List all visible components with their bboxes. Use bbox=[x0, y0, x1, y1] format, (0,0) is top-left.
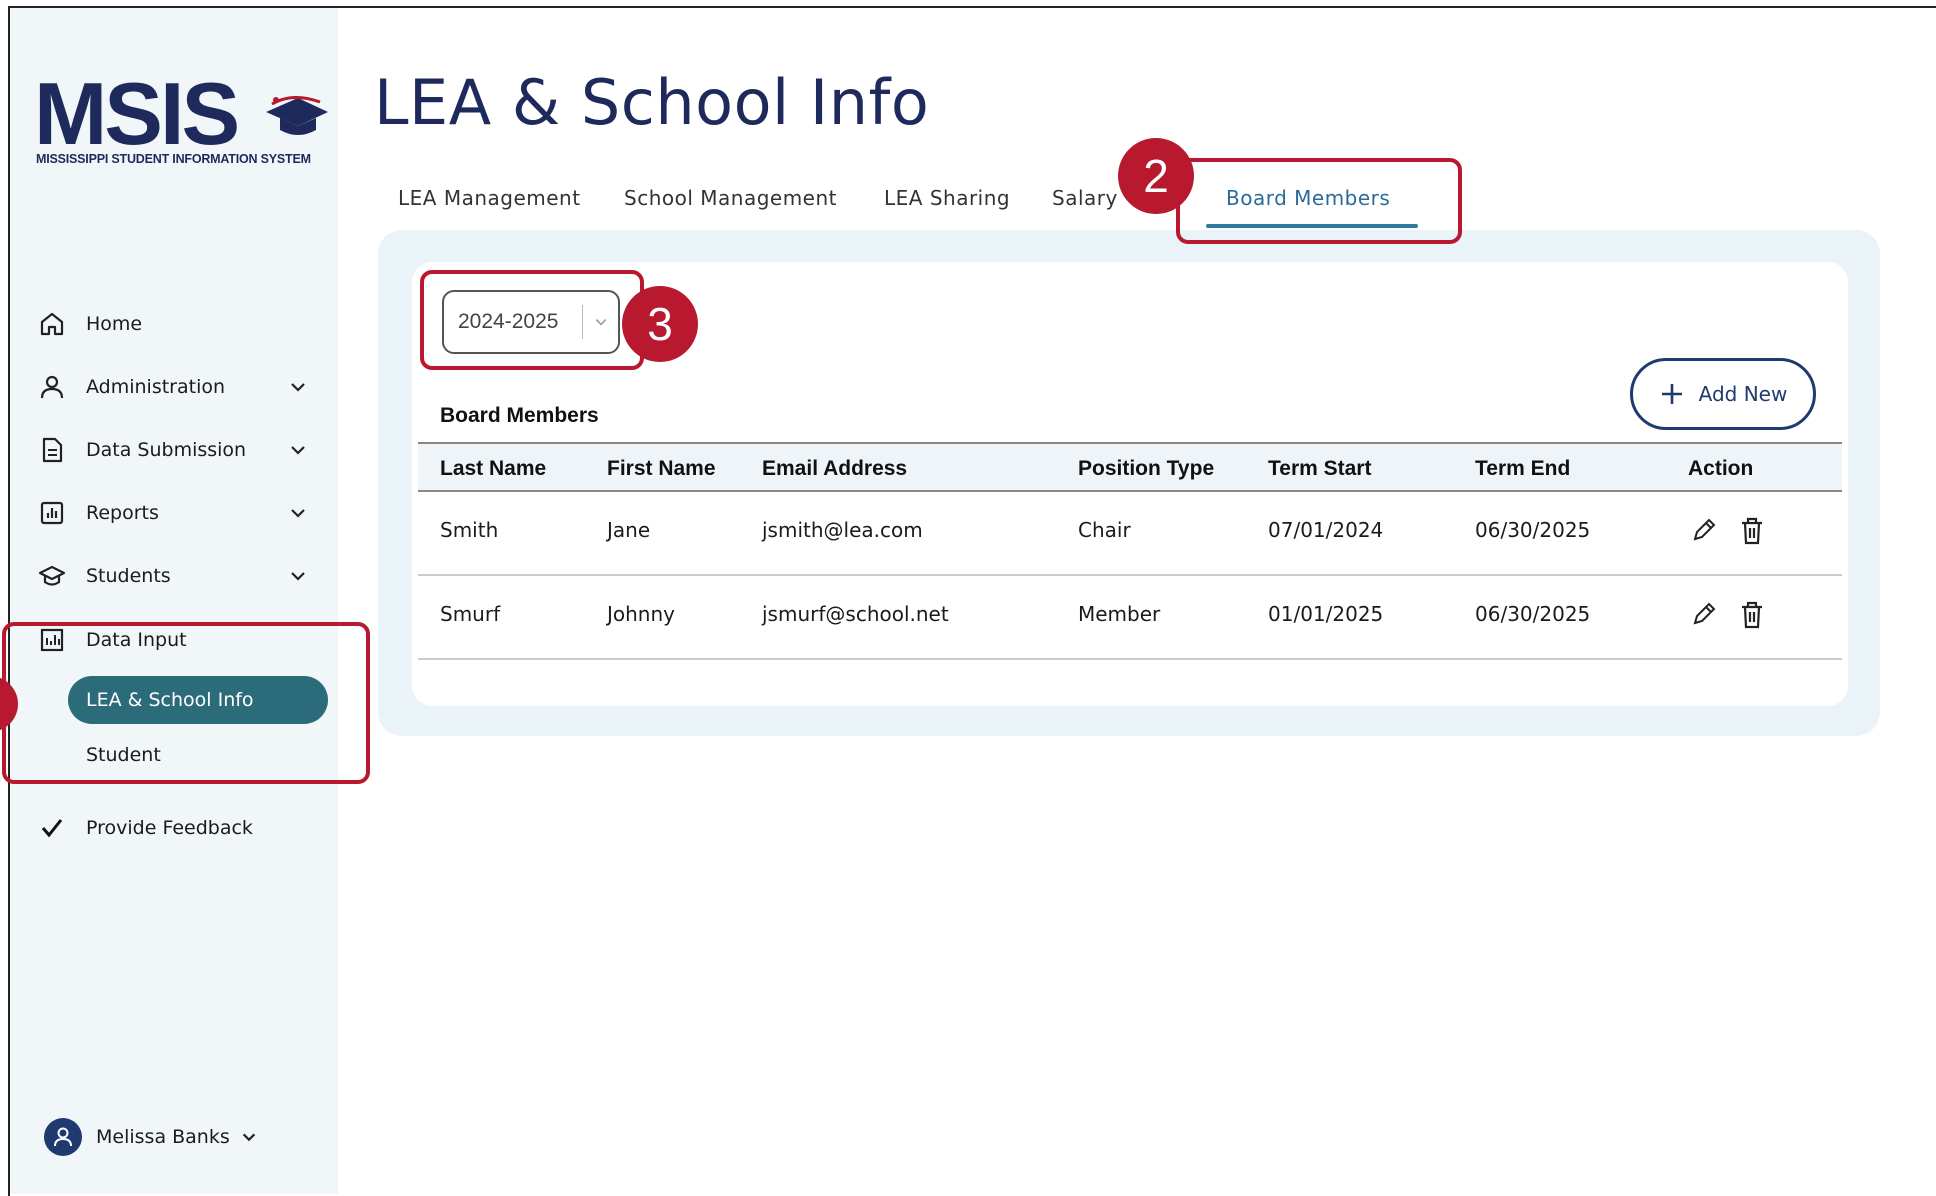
column-header: Position Type bbox=[1078, 457, 1215, 480]
logo-subtitle: MISSISSIPPI STUDENT INFORMATION SYSTEM bbox=[36, 152, 311, 166]
section-title: Board Members bbox=[440, 404, 599, 427]
cell-last-name: Smith bbox=[440, 518, 499, 542]
tab-school-management[interactable]: School Management bbox=[624, 186, 837, 210]
sidebar-item-data-submission[interactable]: Data Submission bbox=[36, 430, 316, 470]
delete-trash-icon[interactable] bbox=[1738, 600, 1766, 630]
sidebar-item-label: Data Submission bbox=[86, 439, 247, 461]
checkmark-icon bbox=[36, 812, 68, 844]
user-menu[interactable]: Melissa Banks bbox=[44, 1118, 258, 1156]
sidebar-item-label: Administration bbox=[86, 376, 226, 398]
column-header: Email Address bbox=[762, 457, 908, 480]
bar-chart-icon bbox=[36, 497, 68, 529]
graduation-cap-icon bbox=[36, 560, 68, 592]
tab-salary[interactable]: Salary bbox=[1052, 186, 1118, 210]
column-header: Action bbox=[1688, 457, 1754, 480]
logo-text: MSIS bbox=[34, 64, 240, 163]
column-header: Term Start bbox=[1268, 457, 1372, 480]
annotation-box-board-members-tab bbox=[1176, 158, 1462, 244]
column-header: Last Name bbox=[440, 457, 547, 480]
table-header: Last Name First Name Email Address Posit… bbox=[418, 442, 1842, 492]
user-icon bbox=[36, 371, 68, 403]
cell-position: Chair bbox=[1078, 518, 1131, 542]
add-new-button[interactable]: Add New bbox=[1630, 358, 1816, 430]
sidebar-item-administration[interactable]: Administration bbox=[36, 367, 316, 407]
avatar bbox=[44, 1118, 82, 1156]
sidebar-item-label: Reports bbox=[86, 502, 159, 524]
cell-first-name: Johnny bbox=[607, 602, 675, 626]
tab-lea-management[interactable]: LEA Management bbox=[398, 186, 581, 210]
tab-lea-sharing[interactable]: LEA Sharing bbox=[884, 186, 1010, 210]
cell-first-name: Jane bbox=[607, 518, 651, 542]
home-icon bbox=[36, 308, 68, 340]
page-title: LEA & School Info bbox=[374, 66, 930, 139]
msis-logo: MSIS MISSISSIPPI STUDENT INFORMATION SYS… bbox=[34, 64, 328, 172]
edit-pencil-icon[interactable] bbox=[1690, 516, 1718, 544]
graduation-cap-logo-icon bbox=[266, 96, 328, 135]
cell-last-name: Smurf bbox=[440, 602, 501, 626]
sidebar-item-home[interactable]: Home bbox=[36, 304, 316, 344]
edit-pencil-icon[interactable] bbox=[1690, 600, 1718, 628]
document-icon bbox=[36, 434, 68, 466]
plus-icon bbox=[1661, 384, 1682, 404]
cell-position: Member bbox=[1078, 602, 1161, 626]
column-header: Term End bbox=[1475, 457, 1571, 480]
delete-trash-icon[interactable] bbox=[1738, 516, 1766, 546]
sidebar bbox=[10, 8, 338, 1194]
cell-email: jsmurf@school.net bbox=[762, 602, 949, 626]
sidebar-item-provide-feedback[interactable]: Provide Feedback bbox=[36, 808, 316, 848]
cell-term-end: 06/30/2025 bbox=[1475, 602, 1591, 626]
chevron-down-icon bbox=[291, 383, 305, 392]
cell-term-end: 06/30/2025 bbox=[1475, 518, 1591, 542]
chevron-down-icon bbox=[291, 509, 305, 518]
table-row: Smurf Johnny jsmurf@school.net Member 01… bbox=[418, 576, 1842, 660]
sidebar-item-label: Provide Feedback bbox=[86, 817, 253, 839]
chevron-down-icon bbox=[291, 446, 305, 455]
cell-term-start: 01/01/2025 bbox=[1268, 602, 1384, 626]
cell-term-start: 07/01/2024 bbox=[1268, 518, 1384, 542]
sidebar-item-label: Students bbox=[86, 565, 171, 587]
annotation-badge-3: 3 bbox=[622, 286, 698, 362]
sidebar-item-reports[interactable]: Reports bbox=[36, 493, 316, 533]
sidebar-item-students[interactable]: Students bbox=[36, 556, 316, 596]
user-name: Melissa Banks bbox=[96, 1126, 230, 1148]
cell-email: jsmith@lea.com bbox=[762, 518, 923, 542]
annotation-box-data-input bbox=[2, 622, 370, 784]
annotation-box-year-select bbox=[420, 270, 644, 370]
chevron-down-icon bbox=[291, 572, 305, 581]
table-row: Smith Jane jsmith@lea.com Chair 07/01/20… bbox=[418, 492, 1842, 576]
chevron-down-icon bbox=[242, 1133, 255, 1142]
annotation-badge-2: 2 bbox=[1118, 138, 1194, 214]
column-header: First Name bbox=[607, 457, 716, 480]
sidebar-item-label: Home bbox=[86, 313, 143, 335]
add-new-label: Add New bbox=[1698, 382, 1788, 406]
